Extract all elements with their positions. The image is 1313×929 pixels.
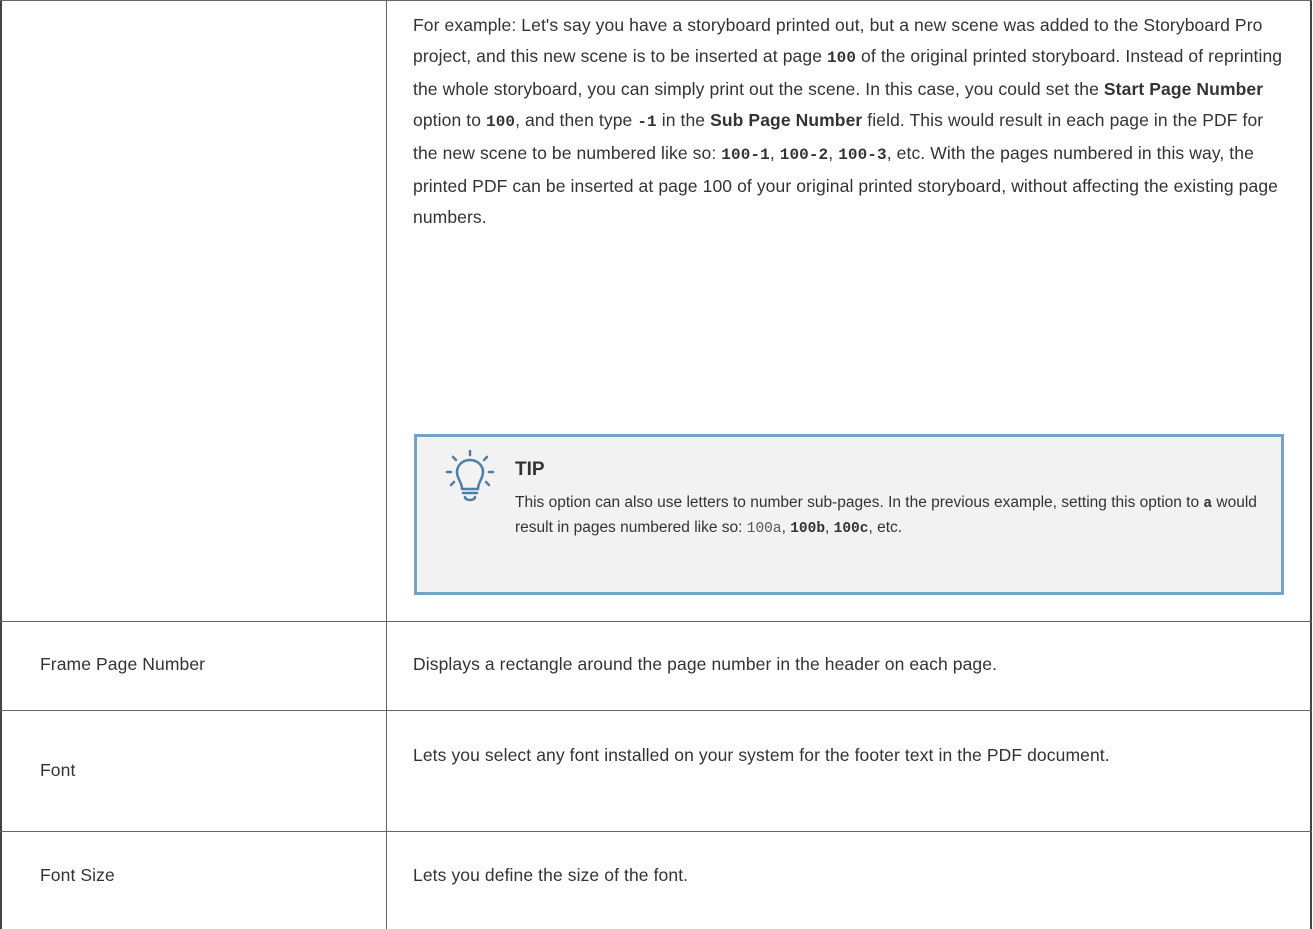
table-border-left (0, 0, 2, 929)
code-value: 100c (833, 521, 869, 537)
option-label: Font Size (40, 865, 115, 885)
code-value: a (1203, 496, 1213, 512)
code-value: -1 (637, 113, 657, 131)
code-value: 100-1 (721, 146, 770, 164)
code-value: 100 (486, 113, 516, 131)
example-text: option to (413, 110, 486, 130)
option-name: Sub Page Number (710, 110, 863, 130)
lightbulb-icon (445, 449, 495, 502)
example-text: , (769, 143, 780, 163)
option-label: Frame Page Number (40, 654, 206, 674)
code-value: 100a (746, 521, 782, 537)
option-name: Start Page Number (1103, 79, 1264, 99)
table-column-divider (386, 0, 387, 929)
example-text: in the (656, 110, 711, 130)
tip-text: , (781, 519, 791, 536)
example-paragraph: For example: Let's say you have a storyb… (413, 10, 1283, 233)
tip-body: This option can also use letters to numb… (515, 491, 1265, 541)
tip-title: TIP (515, 459, 545, 480)
tip-text: , (825, 519, 834, 536)
row-divider (0, 831, 1312, 832)
code-value: 100 (826, 49, 857, 67)
tip-text: , etc. (868, 519, 903, 536)
example-text: , and then type (515, 110, 638, 130)
row-divider (0, 710, 1312, 711)
row-divider (0, 621, 1312, 622)
option-description: Lets you define the size of the font. (413, 865, 689, 885)
tip-text: This option can also use letters to numb… (515, 494, 1204, 511)
option-description: Displays a rectangle around the page num… (413, 654, 998, 674)
example-text: , (828, 143, 839, 163)
code-value: 100-3 (838, 146, 887, 164)
tip-box: TIP This option can also use letters to … (414, 434, 1284, 595)
options-table: For example: Let's say you have a storyb… (0, 0, 1312, 929)
table-border-top (0, 0, 1312, 1)
code-value: 100b (790, 521, 826, 537)
option-label: Font (40, 760, 76, 780)
code-value: 100-2 (779, 146, 829, 164)
option-description: Lets you select any font installed on yo… (413, 745, 1110, 765)
table-border-right (1310, 0, 1312, 929)
